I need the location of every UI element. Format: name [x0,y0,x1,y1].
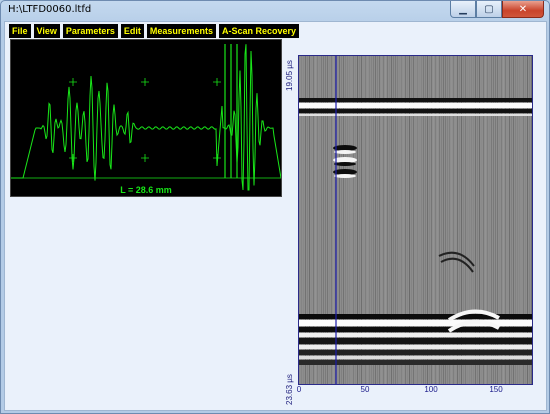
bottom-echo-light [299,333,532,337]
menu-file[interactable]: File [9,24,31,38]
top-echo-dark [299,98,532,102]
bottom-echo-dark [299,360,532,365]
bottom-echo-dark [299,338,532,344]
grid-cross [213,78,221,86]
x-tick-100: 100 [424,385,438,394]
menu-parameters[interactable]: Parameters [62,24,118,38]
top-echo-light [299,103,532,108]
ascan-waveform [11,44,281,191]
window-title: H:\LTFD0060.ltfd [8,4,92,15]
minimize-button[interactable]: ▁ [450,1,476,18]
bscan-echo-image [299,56,532,384]
bottom-echo-light [299,345,532,349]
application-window: H:\LTFD0060.ltfd ▁ ▢ ✕ File View Paramet… [0,0,550,414]
bottom-echo-light [299,356,532,359]
x-tick-0: 0 [296,385,302,394]
defect-echo [334,174,356,178]
ascan-readout: L = 28.6 mm [120,185,172,195]
title-bar[interactable]: H:\LTFD0060.ltfd ▁ ▢ ✕ [1,1,549,21]
menu-edit[interactable]: Edit [120,24,144,38]
menu-ascan-recovery[interactable]: A-Scan Recovery [218,24,299,38]
defect-echo [334,162,356,166]
bscan-panel: 19.05 µs 23.63 µs 0 50 100 150 [285,39,543,407]
x-tick-50: 50 [360,385,370,394]
grid-cross [69,154,77,162]
bscan-image[interactable] [298,55,533,385]
x-tick-150: 150 [489,385,503,394]
menu-measurements[interactable]: Measurements [146,24,216,38]
maximize-button[interactable]: ▢ [476,1,502,18]
y-axis-bottom-label: 23.63 µs [285,374,294,405]
bottom-echo-dark [299,350,532,355]
menu-bar: File View Parameters Edit Measurements A… [9,24,299,38]
ascan-trace [11,44,281,191]
ascan-plot[interactable]: L = 28.6 mm [10,39,282,197]
grid-cross [141,78,149,86]
defect-echo [334,150,356,154]
y-axis-top-label: 19.05 µs [285,60,294,91]
top-echo-dark [299,109,532,113]
menu-view[interactable]: View [33,24,60,38]
client-area: File View Parameters Edit Measurements A… [4,21,547,411]
window-controls: ▁ ▢ ✕ [450,1,544,19]
top-echo-light [299,114,532,116]
close-button[interactable]: ✕ [502,1,544,18]
grid-cross [141,154,149,162]
grid-cross [69,78,77,86]
